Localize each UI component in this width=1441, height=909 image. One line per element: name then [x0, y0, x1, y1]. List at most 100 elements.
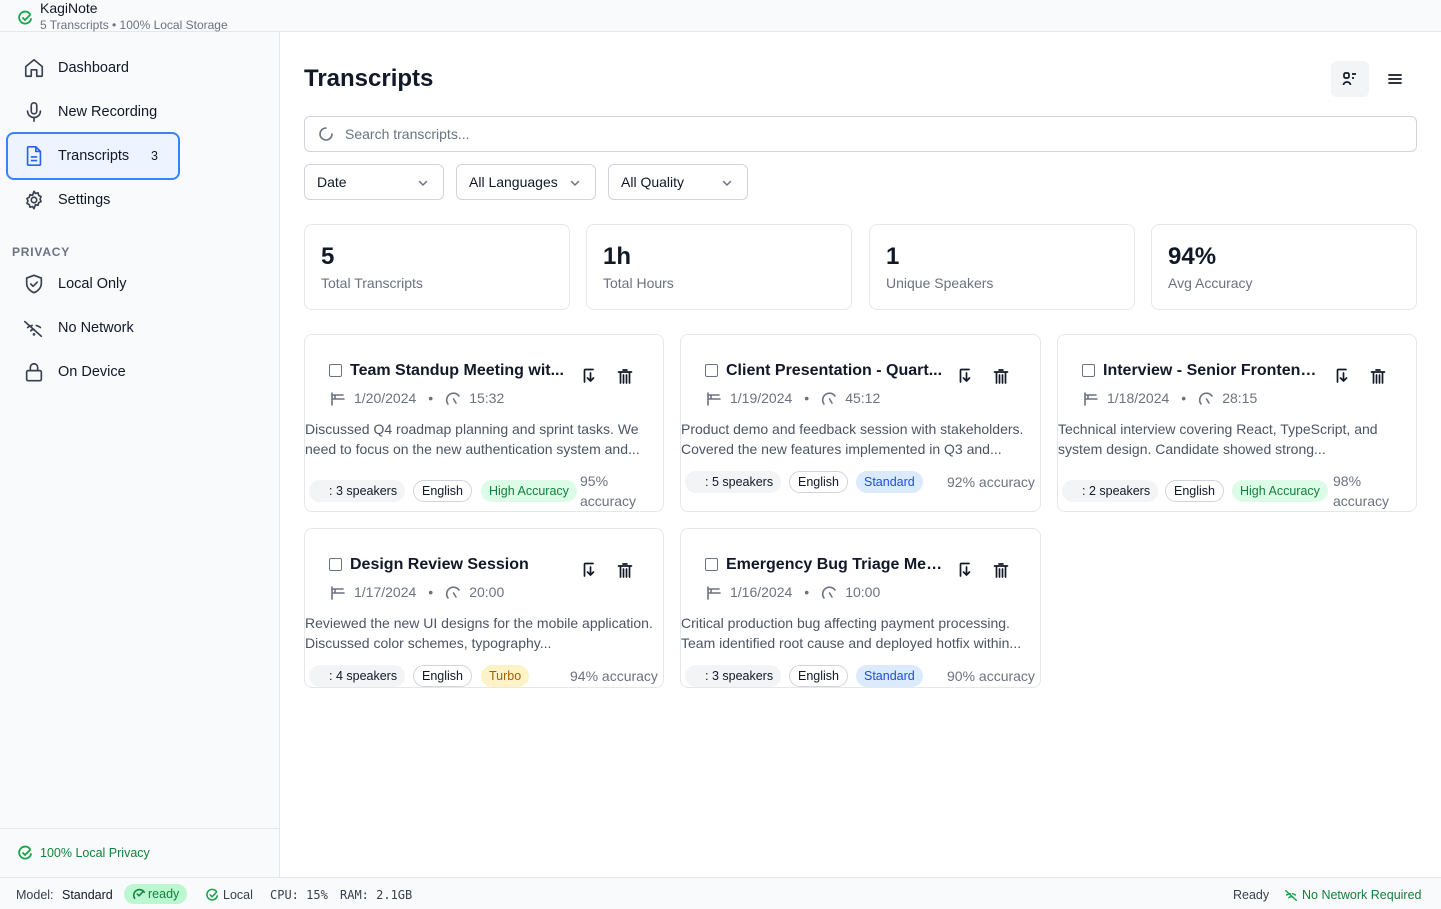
accuracy-label: 90% accuracy [947, 668, 1035, 684]
sidebar-item-on-device[interactable]: On Device [6, 350, 180, 394]
sort-select-value: Date [317, 174, 347, 190]
model-ready-badge: ready [124, 884, 188, 904]
speakers-badge: : 3 speakers [685, 665, 782, 687]
delete-icon[interactable] [616, 367, 634, 385]
chevron-down-icon [722, 180, 732, 187]
accuracy-label: 95% accuracy [580, 473, 637, 509]
app-status: Ready [1233, 888, 1270, 902]
sidebar-item-transcripts[interactable]: Transcripts 3 [6, 132, 180, 180]
export-icon[interactable] [581, 561, 599, 579]
meta-separator: • [428, 390, 434, 406]
sidebar-item-label: Local Only [58, 276, 127, 292]
transcript-card[interactable]: Emergency Bug Triage Mee... 1/16/2024 • … [680, 528, 1041, 688]
gear-icon [26, 190, 42, 210]
transcript-date: 1/19/2024 [730, 390, 793, 406]
quality-badge: High Accuracy [1232, 480, 1328, 502]
transcript-meta: 1/17/2024 • 20:00 [330, 582, 504, 602]
transcript-duration: 28:15 [1222, 390, 1258, 406]
speakers-badge: : 4 speakers [309, 665, 406, 687]
transcript-description: Technical interview covering React, Type… [1058, 421, 1378, 457]
stat-label: Total Hours [603, 275, 674, 291]
select-checkbox[interactable] [705, 558, 718, 571]
delete-icon[interactable] [992, 561, 1010, 579]
language-select-value: All Languages [469, 174, 558, 190]
stat-value: 1h [603, 243, 632, 270]
transcript-card[interactable]: Client Presentation - Quart... 1/19/2024… [680, 334, 1041, 512]
transcript-card[interactable]: Team Standup Meeting wit... 1/20/2024 • … [304, 334, 664, 512]
transcript-date: 1/17/2024 [354, 584, 417, 600]
transcript-duration: 15:32 [469, 390, 505, 406]
transcript-card[interactable]: Interview - Senior Frontend... 1/18/2024… [1057, 334, 1417, 512]
transcript-date: 1/20/2024 [354, 390, 417, 406]
transcript-meta: 1/19/2024 • 45:12 [706, 388, 880, 408]
status-bar: Model: Standard ready Local CPU: 15% RAM… [0, 877, 1441, 909]
select-checkbox[interactable] [705, 364, 718, 377]
speakers-badge: : 2 speakers [1062, 480, 1159, 502]
calendar-icon [331, 392, 345, 406]
export-icon[interactable] [957, 561, 975, 579]
accuracy-label: 94% accuracy [570, 668, 658, 684]
delete-icon[interactable] [616, 561, 634, 579]
select-checkbox[interactable] [329, 364, 342, 377]
stat-card-total-transcripts: 5 Total Transcripts [304, 224, 570, 310]
main-content: Transcripts Date All Languages All Quali… [280, 32, 1441, 877]
export-icon[interactable] [581, 367, 599, 385]
home-icon [24, 58, 44, 78]
transcript-date: 1/16/2024 [730, 584, 793, 600]
sidebar-item-local-only[interactable]: Local Only [6, 262, 180, 306]
stat-card-total-hours: 1h Total Hours [586, 224, 852, 310]
transcript-meta: 1/20/2024 • 15:32 [330, 388, 504, 408]
meta-separator: • [804, 584, 810, 600]
language-badge: English [789, 665, 848, 687]
quality-badge: Turbo [481, 665, 530, 687]
list-view-icon [1388, 74, 1402, 84]
sidebar-item-label: On Device [58, 364, 126, 380]
storage-indicator: Local [205, 887, 253, 903]
sidebar-item-dashboard[interactable]: Dashboard [6, 46, 180, 90]
delete-icon[interactable] [992, 367, 1010, 385]
search-input[interactable] [345, 126, 1345, 142]
stat-card-avg-accuracy: 94% Avg Accuracy [1151, 224, 1417, 310]
ram-usage: RAM: 2.1GB [340, 888, 413, 902]
model-value: Standard [62, 888, 113, 902]
clock-icon [822, 392, 837, 405]
transcript-duration: 20:00 [469, 584, 505, 600]
meta-separator: • [804, 390, 810, 406]
export-icon[interactable] [957, 367, 975, 385]
stat-value: 94% [1168, 243, 1217, 270]
quality-select[interactable]: All Quality [608, 164, 748, 200]
calendar-icon [707, 392, 721, 406]
select-checkbox[interactable] [329, 558, 342, 571]
stat-label: Unique Speakers [886, 275, 994, 291]
delete-icon[interactable] [1369, 367, 1387, 385]
transcript-title: Design Review Session [350, 556, 529, 573]
list-view-button[interactable] [1376, 61, 1414, 97]
transcript-card[interactable]: Design Review Session 1/17/2024 • 20:00 … [304, 528, 664, 688]
sidebar: Dashboard New Recording Transcripts 3 Se… [0, 32, 280, 877]
grid-view-button[interactable] [1331, 61, 1369, 97]
app-subtitle: 5 Transcripts • 100% Local Storage [40, 18, 228, 32]
search-bar[interactable] [304, 116, 1417, 152]
sidebar-item-no-network[interactable]: No Network [6, 306, 180, 350]
transcript-title: Team Standup Meeting wit... [350, 362, 564, 379]
ready-status-icon [132, 888, 146, 900]
privacy-section-heading: PRIVACY [12, 245, 71, 259]
transcript-title: Interview - Senior Frontend... [1103, 362, 1323, 379]
select-checkbox[interactable] [1082, 364, 1095, 377]
clock-icon [446, 392, 461, 405]
quality-select-value: All Quality [621, 174, 685, 190]
sidebar-item-settings[interactable]: Settings [6, 178, 180, 222]
language-select[interactable]: All Languages [456, 164, 596, 200]
network-label: No Network Required [1302, 888, 1422, 902]
language-badge: English [413, 480, 472, 502]
export-icon[interactable] [1334, 367, 1352, 385]
sidebar-item-label: New Recording [58, 104, 158, 120]
network-status: No Network Required [1284, 887, 1422, 903]
calendar-icon [1084, 392, 1098, 406]
no-network-icon [24, 320, 43, 338]
cpu-usage: CPU: 15% [270, 888, 328, 902]
sidebar-item-new-recording[interactable]: New Recording [6, 90, 180, 134]
accuracy-label: 98% accuracy [1333, 473, 1390, 509]
speakers-badge: : 5 speakers [685, 471, 782, 493]
sort-select[interactable]: Date [304, 164, 444, 200]
